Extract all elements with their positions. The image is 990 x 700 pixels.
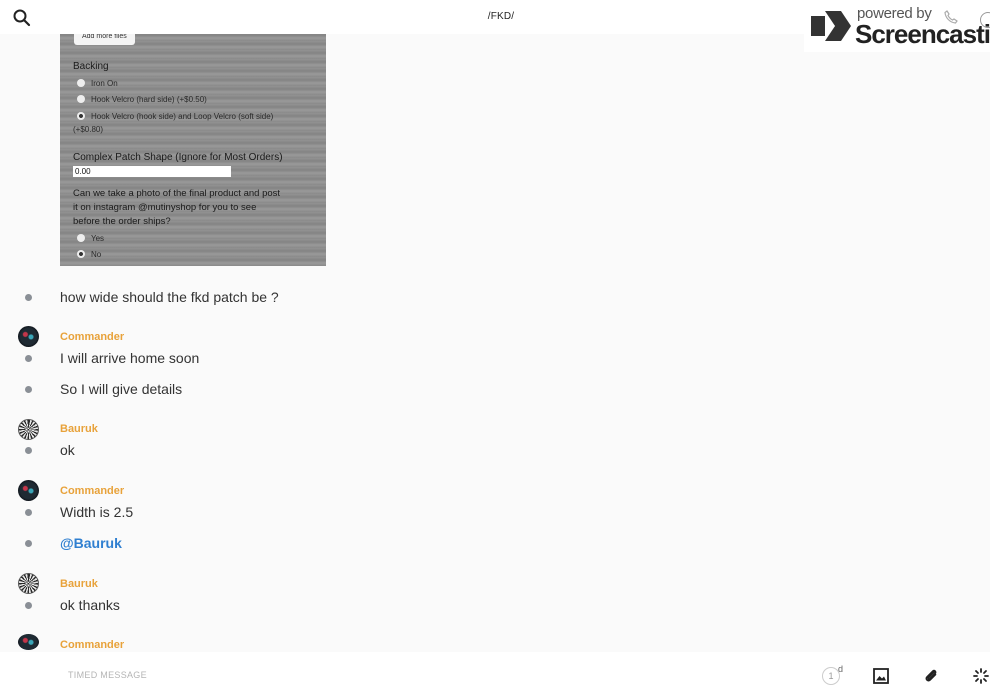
phone-icon[interactable]: [944, 10, 958, 24]
paperclip-icon[interactable]: [922, 667, 940, 685]
option-hook-velcro: Hook Velcro (hard side) (+$0.50): [77, 93, 207, 106]
option-iron-on: Iron On: [77, 77, 118, 90]
complex-shape-title: Complex Patch Shape (Ignore for Most Ord…: [73, 152, 283, 163]
option-hook-loop-velcro: Hook Velcro (hook side) and Loop Velcro …: [77, 110, 273, 123]
photo-question-line3: before the order ships?: [73, 216, 171, 227]
message-bullet: [25, 540, 32, 547]
add-more-files-button: Add more files: [74, 34, 135, 45]
message-text: I will arrive home soon: [60, 350, 200, 366]
message-text: Width is 2.5: [60, 504, 134, 520]
backing-title: Backing: [73, 61, 109, 72]
author-name[interactable]: Commander: [60, 331, 124, 343]
avatar[interactable]: [18, 573, 39, 594]
message-text: ok thanks: [60, 597, 120, 613]
photo-question-line2: it on instagram @mutinyshop for you to s…: [73, 202, 257, 213]
author-name[interactable]: Bauruk: [60, 578, 98, 590]
message-text: how wide should the fkd patch be ?: [60, 289, 279, 305]
timed-message-input[interactable]: TIMED MESSAGE: [68, 670, 147, 680]
spinner-icon[interactable]: [972, 667, 990, 685]
watermark-brand-text: Screencastify: [855, 19, 990, 49]
mention-link[interactable]: @Bauruk: [60, 535, 122, 551]
message-text: So I will give details: [60, 381, 183, 397]
message-bullet: [25, 602, 32, 609]
option-yes: Yes: [77, 232, 104, 245]
avatar[interactable]: [18, 634, 39, 650]
screencastify-logo-icon: [811, 11, 851, 41]
author-name[interactable]: Commander: [60, 639, 124, 651]
avatar[interactable]: [18, 326, 39, 347]
message-bullet: [25, 447, 32, 454]
attached-screenshot[interactable]: Add more files Backing Iron On Hook Velc…: [60, 34, 326, 266]
photo-question-line1: Can we take a photo of the final product…: [73, 188, 281, 199]
image-icon[interactable]: [872, 667, 890, 685]
info-icon[interactable]: [980, 12, 990, 28]
author-name[interactable]: Commander: [60, 485, 124, 497]
composer-bar: TIMED MESSAGE 1 d: [0, 652, 990, 700]
screencastify-watermark: powered by Screencastify: [804, 4, 990, 52]
timer-unit: d: [838, 664, 844, 674]
avatar[interactable]: [18, 419, 39, 440]
message-bullet: [25, 386, 32, 393]
message-bullet: [25, 509, 32, 516]
avatar[interactable]: [18, 480, 39, 501]
message-text: ok: [60, 442, 75, 458]
message-bullet: [25, 355, 32, 362]
option-hook-loop-price: (+$0.80): [73, 125, 104, 134]
complex-shape-input: 0.00: [73, 166, 231, 177]
author-name[interactable]: Bauruk: [60, 423, 98, 435]
option-no: No: [77, 248, 101, 261]
message-bullet: [25, 294, 32, 301]
